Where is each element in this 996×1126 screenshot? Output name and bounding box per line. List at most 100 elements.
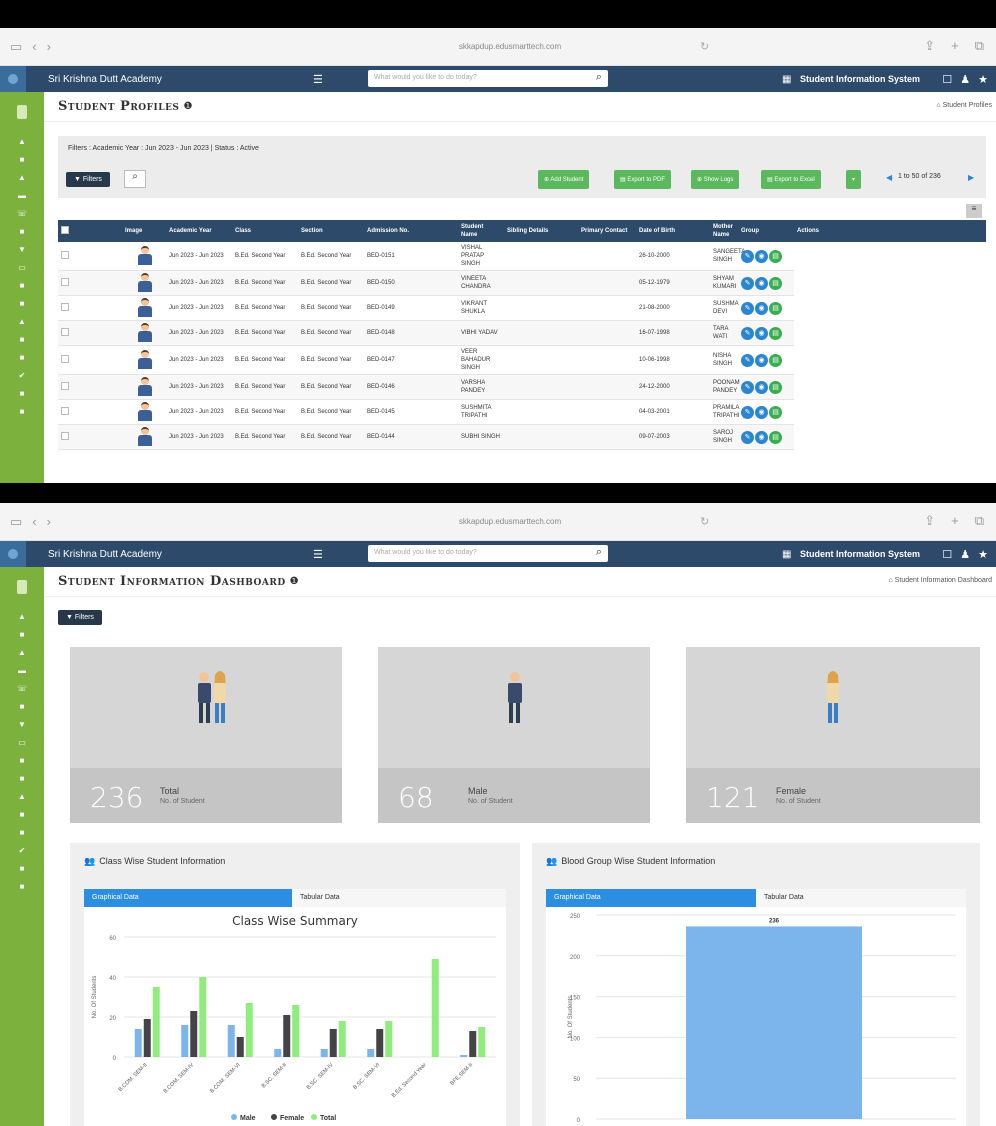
reload-icon[interactable]: ↻ [700,40,709,53]
back-icon[interactable]: ‹ [32,514,36,529]
sidebar-item[interactable]: ▲ [0,168,44,186]
sidebar-toggle-icon[interactable]: ▭ [10,39,22,55]
sidebar-logo[interactable] [0,92,44,132]
share-icon[interactable]: ⇪ [924,513,935,529]
app-logo[interactable] [0,541,26,567]
edit-icon[interactable]: ✎ [741,405,754,419]
sidebar-item[interactable]: ■ [0,697,44,715]
app-logo[interactable] [0,66,26,92]
sidebar-item[interactable]: ■ [0,859,44,877]
sidebar-logo[interactable] [0,567,44,607]
col-section[interactable]: Section [298,220,364,242]
star-icon[interactable]: ★ [978,548,988,561]
sidebar-item[interactable]: ▲ [0,643,44,661]
edit-icon[interactable]: ✎ [741,301,754,315]
breadcrumb[interactable]: ⌂ Student Profiles [936,102,992,109]
sidebar-item[interactable]: ▲ [0,787,44,805]
share-icon[interactable]: ⇪ [924,38,935,54]
sidebar-item[interactable]: ■ [0,348,44,366]
more-button[interactable]: ▾ [846,170,862,189]
add-student-button[interactable]: ⊕ Add Student [538,170,590,189]
sidebar-item[interactable]: ■ [0,769,44,787]
edit-icon[interactable]: ✎ [741,276,754,290]
edit-icon[interactable]: ✎ [741,380,754,394]
row-checkbox[interactable] [58,242,78,271]
select-all-checkbox[interactable] [58,220,78,242]
bookmark-icon[interactable]: ☐ [942,73,952,86]
sidebar-item[interactable]: ▬ [0,186,44,204]
search-input[interactable]: What would you like to do today? ⌕ [368,545,608,562]
app-name[interactable]: Sri Krishna Dutt Academy [48,549,162,560]
view-icon[interactable]: ◉ [755,326,768,340]
row-checkbox[interactable] [58,345,78,375]
user-icon[interactable]: ♟ [960,73,970,86]
row-checkbox[interactable] [58,270,78,296]
next-page-icon[interactable]: ▶ [968,173,974,182]
col-student-name[interactable]: Student Name [458,220,504,242]
breadcrumb[interactable]: ⌂ Student Information Dashboard [889,577,992,584]
col-class[interactable]: Class [232,220,298,242]
export-pdf-button[interactable]: ▤ Export to PDF [614,170,672,189]
table-row[interactable]: Jun 2023 - Jun 2023 B.Ed. Second Year B.Ed… [58,424,986,450]
back-icon[interactable]: ‹ [32,39,36,54]
table-row[interactable]: Jun 2023 - Jun 2023 B.Ed. Second Year B.Ed… [58,345,986,375]
col-primary-contact[interactable]: Primary Contact [578,220,636,242]
table-row[interactable]: Jun 2023 - Jun 2023 B.Ed. Second Year B.Ed… [58,242,986,271]
new-tab-icon[interactable]: + [951,513,959,529]
row-checkbox[interactable] [58,320,78,346]
tabs-icon[interactable]: ⧉ [975,38,984,54]
print-icon[interactable]: ▤ [769,353,782,367]
forward-icon[interactable]: › [47,514,51,529]
row-checkbox[interactable] [58,424,78,450]
table-row[interactable]: Jun 2023 - Jun 2023 B.Ed. Second Year B.Ed… [58,295,986,321]
view-icon[interactable]: ◉ [755,380,768,394]
sidebar-item[interactable]: ▬ [0,661,44,679]
url-bar[interactable]: skkapdup.edusmarttech.com [300,517,720,526]
search-icon[interactable]: ⌕ [124,170,146,188]
table-row[interactable]: Jun 2023 - Jun 2023 B.Ed. Second Year B.Ed… [58,374,986,400]
sidebar-item[interactable]: ▭ [0,733,44,751]
bookmark-icon[interactable]: ☐ [942,548,952,561]
sidebar-item[interactable]: ■ [0,150,44,168]
menu-icon[interactable]: ☰ [313,548,323,561]
view-icon[interactable]: ◉ [755,405,768,419]
table-row[interactable]: Jun 2023 - Jun 2023 B.Ed. Second Year B.Ed… [58,399,986,425]
search-icon[interactable]: ⌕ [596,546,602,559]
sidebar-item[interactable]: ▼ [0,715,44,733]
sidebar-item[interactable]: ✔ [0,841,44,859]
sidebar-item[interactable]: ■ [0,823,44,841]
user-icon[interactable]: ♟ [960,548,970,561]
sidebar-item[interactable]: ▭ [0,258,44,276]
print-icon[interactable]: ▤ [769,405,782,419]
view-icon[interactable]: ◉ [755,276,768,290]
print-icon[interactable]: ▤ [769,249,782,263]
filters-button[interactable]: ▼ Filters [58,610,102,625]
sidebar-item[interactable]: ■ [0,294,44,312]
sidebar-item[interactable]: ☏ [0,679,44,697]
col-actions[interactable]: Actions [794,220,986,242]
col-sibling[interactable]: Sibling Details [504,220,578,242]
apps-grid-icon[interactable]: ▦ [782,74,791,85]
tab-graphical-data[interactable]: Graphical Data [546,889,756,907]
url-bar[interactable]: skkapdup.edusmarttech.com [300,42,720,51]
row-checkbox[interactable] [58,295,78,321]
sidebar-item[interactable]: ☏ [0,204,44,222]
sidebar-item[interactable]: ▲ [0,132,44,150]
menu-icon[interactable]: ☰ [313,73,323,86]
search-icon[interactable]: ⌕ [596,71,602,84]
sidebar-item[interactable]: ■ [0,751,44,769]
prev-page-icon[interactable]: ◀ [886,173,892,182]
col-group[interactable]: Group [738,220,794,242]
forward-icon[interactable]: › [47,39,51,54]
show-logs-button[interactable]: ⊕ Show Logs [691,170,740,189]
view-icon[interactable]: ◉ [755,430,768,444]
tab-tabular-data[interactable]: Tabular Data [292,889,506,907]
sidebar-item[interactable]: ✔ [0,366,44,384]
info-icon[interactable]: ❶ [290,576,299,587]
app-name[interactable]: Sri Krishna Dutt Academy [48,74,162,85]
reload-icon[interactable]: ↻ [700,515,709,528]
col-dob[interactable]: Date of Birth [636,220,710,242]
print-icon[interactable]: ▤ [769,326,782,340]
row-checkbox[interactable] [58,399,78,425]
edit-icon[interactable]: ✎ [741,326,754,340]
